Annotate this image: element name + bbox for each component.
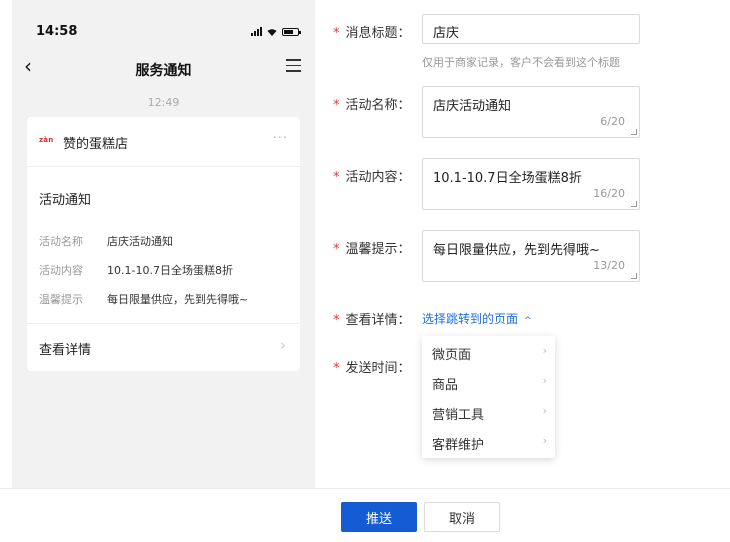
dropdown-item[interactable]: 商品 › [432,374,547,393]
tip-label: * 温馨提示： [333,242,411,257]
activity-content-value: 10.1-10.7日全场蛋糕8折 [433,171,582,186]
required-mark: * [333,361,340,376]
card-title: 活动通知 [39,193,92,208]
wifi-icon [267,28,277,36]
subject-input[interactable]: 店庆 [422,14,640,44]
required-mark: * [333,313,340,328]
select-page-link[interactable]: 选择跳转到的页面 ^ [422,310,532,327]
nav-title: 服务通知 [135,63,192,79]
more-icon[interactable]: ··· [273,131,288,146]
select-page-label: 选择跳转到的页面 [422,312,519,326]
details-label: * 查看详情： [333,313,411,328]
chevron-right-icon: › [542,344,547,357]
cancel-button[interactable]: 取消 [424,502,500,532]
signal-icon [251,27,262,36]
status-bar: 14:58 [12,0,315,50]
battery-icon [282,27,301,36]
phone-preview: 14:58 ‹ 服务通知 12:49 zàn 赞的蛋糕店 ··· 活动通知 活动… [12,0,315,488]
message-time: 12:49 [147,96,180,109]
card-row: 温馨提示 每日限量供应，先到先得哦~ [39,291,248,307]
card-row-key: 活动内容 [39,264,83,277]
send-time-label: * 发送时间： [333,361,411,376]
chevron-right-icon: › [542,374,547,387]
resize-handle[interactable] [631,201,637,207]
subject-value: 店庆 [433,26,460,41]
required-mark: * [333,26,340,41]
chevron-right-icon: › [280,336,286,354]
chevron-up-icon: ^ [524,316,532,326]
activity-name-textarea[interactable]: 店庆活动通知 6/20 [422,86,640,138]
card-view-details[interactable]: 查看详情 › [27,324,300,371]
char-count: 6/20 [600,115,625,128]
status-icons [251,27,301,36]
card-row-key: 活动名称 [39,235,83,248]
subject-label: * 消息标题： [333,26,411,41]
card-row: 活动内容 10.1-10.7日全场蛋糕8折 [39,262,233,278]
dropdown-item[interactable]: 营销工具 › [432,404,547,423]
chevron-right-icon: › [542,434,547,447]
tip-textarea[interactable]: 每日限量供应，先到先得哦~ 13/20 [422,230,640,282]
subject-hint: 仅用于商家记录，客户不会看到这个标题 [422,56,620,69]
card-row-value: 每日限量供应，先到先得哦~ [107,293,249,306]
page: 14:58 ‹ 服务通知 12:49 zàn 赞的蛋糕店 ··· 活动通知 活动… [0,0,730,542]
dropdown-item-label: 客群维护 [432,438,485,453]
chevron-right-icon: › [542,404,547,417]
notification-card: zàn 赞的蛋糕店 ··· 活动通知 活动名称 店庆活动通知 活动内容 10.1… [27,117,300,371]
menu-icon[interactable] [286,59,301,72]
card-row-value: 10.1-10.7日全场蛋糕8折 [107,264,233,277]
required-mark: * [333,242,340,257]
action-footer: 推送 取消 [0,488,730,542]
required-mark: * [333,98,340,113]
dropdown-item-label: 微页面 [432,348,472,363]
char-count: 16/20 [593,187,625,200]
tip-value: 每日限量供应，先到先得哦~ [433,243,600,258]
resize-handle[interactable] [631,129,637,135]
activity-name-label: * 活动名称： [333,98,411,113]
shop-name: 赞的蛋糕店 [63,137,129,152]
card-row: 活动名称 店庆活动通知 [39,233,173,249]
shop-logo: zàn [39,136,54,144]
activity-content-textarea[interactable]: 10.1-10.7日全场蛋糕8折 16/20 [422,158,640,210]
required-mark: * [333,170,340,185]
dropdown-item-label: 商品 [432,378,459,393]
status-time: 14:58 [36,24,78,39]
card-header: zàn 赞的蛋糕店 ··· [27,117,300,167]
page-type-dropdown: 微页面 › 商品 › 营销工具 › 客群维护 › [422,336,555,458]
push-button[interactable]: 推送 [341,502,417,532]
card-row-value: 店庆活动通知 [107,235,173,248]
card-footer-label: 查看详情 [39,343,92,358]
char-count: 13/20 [593,259,625,272]
card-row-key: 温馨提示 [39,293,83,306]
resize-handle[interactable] [631,273,637,279]
dropdown-item-label: 营销工具 [432,408,485,423]
nav-bar: ‹ 服务通知 [12,52,315,84]
activity-name-value: 店庆活动通知 [433,99,512,114]
activity-content-label: * 活动内容： [333,170,411,185]
dropdown-item[interactable]: 客群维护 › [432,434,547,453]
dropdown-item[interactable]: 微页面 › [432,344,547,363]
card-body: 活动通知 活动名称 店庆活动通知 活动内容 10.1-10.7日全场蛋糕8折 温… [27,167,300,324]
